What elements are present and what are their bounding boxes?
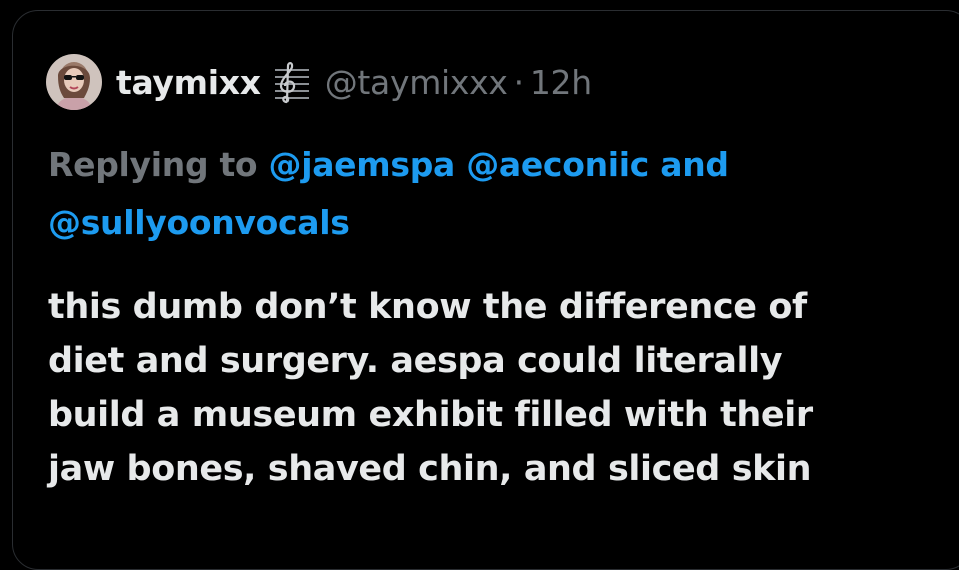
- user-handle[interactable]: @taymixxx: [325, 63, 508, 102]
- tweet-header: taymixx @taymixxx · 12h: [46, 52, 592, 112]
- treble-clef-music-staff-icon: [273, 60, 311, 104]
- and-others-link[interactable]: and: [649, 145, 729, 184]
- tweet-text-line: diet and surgery. aespa could literally: [48, 341, 783, 381]
- tweet-text-line: build a museum exhibit filled with their: [48, 395, 813, 435]
- avatar[interactable]: [46, 54, 102, 110]
- separator-dot: ·: [513, 62, 525, 102]
- tweet-text-line: jaw bones, shaved chin, and sliced skin: [48, 449, 812, 489]
- timestamp[interactable]: 12h: [530, 63, 592, 102]
- tweet-text-line: this dumb don’t know the difference of: [48, 287, 807, 327]
- replying-to-label: Replying to: [48, 145, 269, 184]
- mention-link[interactable]: @aeconiic: [466, 145, 649, 184]
- replying-to-line: Replying to @jaemspa @aeconiic and @sully…: [48, 136, 928, 252]
- tweet-text: this dumb don’t know the difference of d…: [48, 280, 948, 496]
- display-name[interactable]: taymixx: [116, 63, 261, 102]
- mention-link[interactable]: @jaemspa: [269, 145, 456, 184]
- mention-link[interactable]: @sullyoonvocals: [48, 203, 350, 242]
